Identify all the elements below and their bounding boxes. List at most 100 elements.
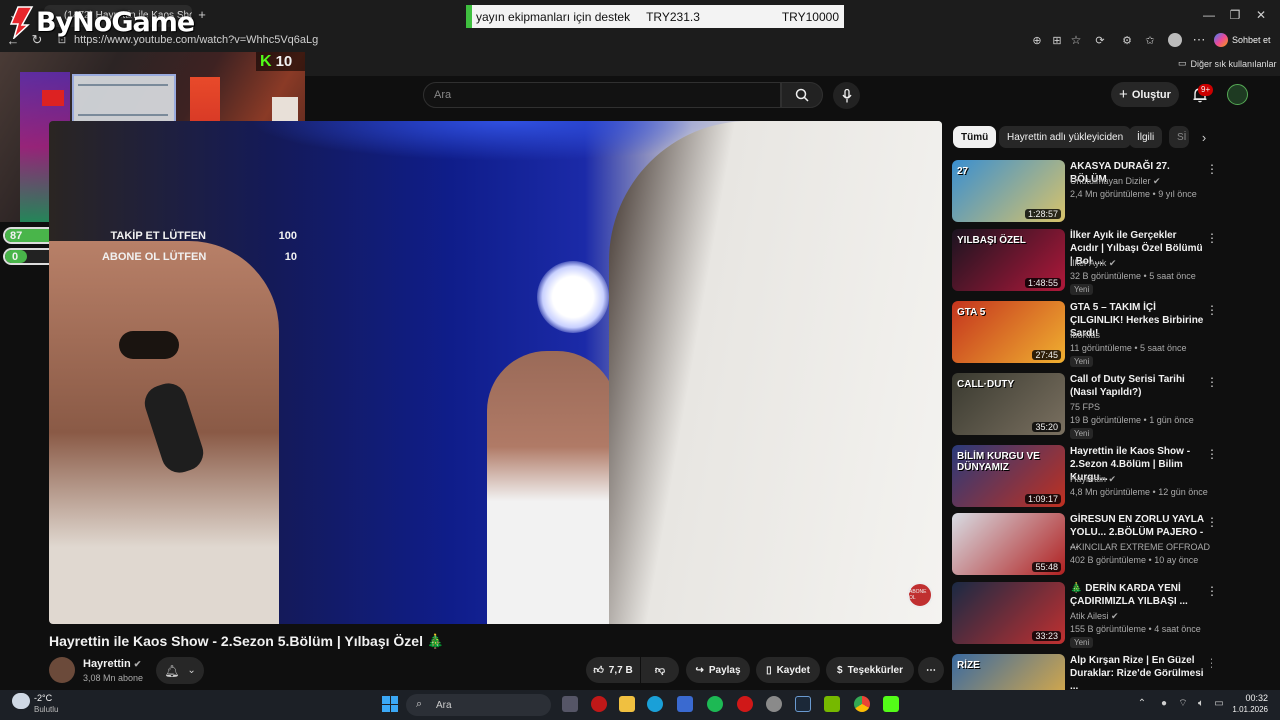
rec-channel[interactable]: AKINCILAR EXTREME OFFROAD (1070, 542, 1210, 552)
weather-temperature[interactable]: -2°C (34, 693, 52, 703)
file-explorer-icon[interactable] (619, 696, 635, 712)
like-button[interactable]: 👍︎ 7,7 B (586, 657, 640, 683)
start-button[interactable] (382, 696, 398, 712)
rec-more-icon[interactable]: ⋮ (1206, 656, 1212, 670)
volume-icon[interactable]: 🔈︎ (1194, 697, 1208, 709)
rec-more-icon[interactable]: ⋮ (1206, 231, 1218, 245)
rec-thumbnail[interactable]: YILBAŞI ÖZEL 1:48:55 (952, 229, 1065, 291)
recommendation-item[interactable]: GTA 5 27:45 GTA 5 – TAKIM İÇİ ÇILGINLIK!… (952, 301, 1218, 367)
rec-channel-name: İlker Ayık (1070, 258, 1107, 268)
refresh-page-icon[interactable]: ⟳ (1093, 33, 1107, 47)
chevron-down-icon: ⌄ (187, 665, 196, 676)
channel-name[interactable]: Hayrettin ✔ (83, 658, 141, 670)
rec-channel-name: Unutulmayan Diziler (1070, 176, 1151, 186)
rec-more-icon[interactable]: ⋮ (1206, 303, 1218, 317)
recommendation-item[interactable]: 33:23 🎄 DERİN KARDA YENİ ÇADIRIMIZLA YIL… (952, 582, 1218, 648)
spotify-icon[interactable] (707, 696, 723, 712)
search-button[interactable] (781, 82, 823, 108)
other-favorites-label: Diğer sık kullanılanlar (1190, 58, 1277, 69)
rec-duration: 1:28:57 (1024, 209, 1061, 219)
taskbar-search-input[interactable]: ⌕ Ara (406, 694, 551, 716)
chip-related-label: İlgili (1137, 131, 1155, 143)
profile-avatar[interactable] (1168, 33, 1182, 47)
clock-time[interactable]: 00:32 (1232, 693, 1268, 703)
apps-icon[interactable]: ⊞ (1050, 33, 1064, 47)
rec-thumbnail[interactable]: RİZE (952, 654, 1065, 690)
rec-channel-name: AKINCILAR EXTREME OFFROAD (1070, 542, 1211, 552)
follow-goal-current: 87 (10, 229, 23, 242)
app-icon[interactable] (766, 696, 782, 712)
star-icon[interactable]: ☆ (1069, 33, 1083, 47)
account-avatar[interactable] (1227, 84, 1248, 105)
chip-all[interactable]: Tümü (953, 126, 997, 148)
subscriber-count: 3,08 Mn abone (83, 673, 144, 683)
opera-gx-icon[interactable] (591, 696, 607, 712)
minimize-icon[interactable]: — (1200, 6, 1218, 24)
rec-thumbnail[interactable]: GTA 5 27:45 (952, 301, 1065, 363)
nvidia-icon[interactable] (824, 696, 840, 712)
recommendation-item[interactable]: 27 1:28:57 AKASYA DURAĞI 27. BÖLÜM Unutu… (952, 160, 1218, 224)
video-player[interactable]: ABONE OL (49, 121, 942, 624)
rec-more-icon[interactable]: ⋮ (1206, 584, 1218, 598)
rec-title[interactable]: Call of Duty Serisi Tarihi (Nasıl Yapıld… (1070, 373, 1206, 399)
rec-thumbnail[interactable]: BİLİM KURGU VE DÜNYAMIZ 1:09:17 (952, 445, 1065, 507)
voice-search-button[interactable] (833, 82, 860, 109)
rec-channel[interactable]: İlker Ayık ✔ (1070, 258, 1116, 269)
share-button[interactable]: ↪ Paylaş (686, 657, 750, 683)
rec-thumbnail[interactable]: 33:23 (952, 582, 1065, 644)
tray-app-icon[interactable]: ● (1158, 697, 1170, 709)
steam-icon[interactable] (795, 696, 811, 712)
rec-channel[interactable]: Unutulmayan Diziler ✔ (1070, 176, 1161, 187)
rec-title[interactable]: Alp Kırşan Rize | En Güzel Duraklar: Riz… (1070, 654, 1206, 690)
kick-icon[interactable] (883, 696, 899, 712)
store-icon[interactable] (677, 696, 693, 712)
translate-icon[interactable]: ⊕ (1030, 33, 1044, 47)
rec-more-icon[interactable]: ⋮ (1206, 162, 1218, 176)
recommendation-item[interactable]: 55:48 GİRESUN EN ZORLU YAYLA YOLU... 2.B… (952, 513, 1218, 577)
yt-search-input[interactable]: Ara (423, 82, 781, 108)
more-menu-icon[interactable]: ⋯ (1192, 32, 1206, 47)
rec-meta: 11 görüntüleme • 5 saat önce (1070, 343, 1187, 353)
maximize-icon[interactable]: ❐ (1226, 6, 1244, 24)
create-button[interactable]: + Oluştur (1111, 82, 1179, 107)
thanks-button[interactable]: $ Teşekkürler (826, 657, 914, 683)
rec-more-icon[interactable]: ⋮ (1206, 447, 1218, 461)
chip-from-uploader[interactable]: Hayrettin adlı yükleyiciden (999, 126, 1132, 148)
save-button[interactable]: ▯ Kaydet (756, 657, 820, 683)
chip-partial[interactable]: Sİ (1169, 126, 1189, 148)
task-view-icon[interactable] (562, 696, 578, 712)
subscription-bell-button[interactable]: 🔔︎ ⌄ (156, 657, 204, 684)
other-favorites[interactable]: ▭ Diğer sık kullanılanlar (1178, 58, 1277, 69)
rec-channel[interactable]: Atik Ailesi ✔ (1070, 611, 1119, 622)
rec-new-badge: Yeni (1070, 637, 1094, 648)
recommendation-item[interactable]: BİLİM KURGU VE DÜNYAMIZ 1:09:17 Hayretti… (952, 445, 1218, 509)
wifi-icon[interactable]: ⌔ (1176, 697, 1190, 709)
rec-channel[interactable]: Hayrettin ✔ (1070, 474, 1116, 485)
rec-channel[interactable]: İboKlas (1070, 330, 1100, 340)
more-actions-button[interactable]: ⋯ (918, 657, 944, 683)
subscribe-watermark[interactable]: ABONE OL (907, 582, 933, 608)
rec-more-icon[interactable]: ⋮ (1206, 515, 1218, 529)
rec-thumbnail[interactable]: 27 1:28:57 (952, 160, 1065, 222)
rec-thumbnail[interactable]: 55:48 (952, 513, 1065, 575)
favorites-icon[interactable]: ✩ (1143, 33, 1157, 47)
kick-viewer-counter: K 10 (256, 52, 305, 71)
rec-title[interactable]: 🎄 DERİN KARDA YENİ ÇADIRIMIZLA YILBAŞI .… (1070, 582, 1206, 608)
chevron-right-icon[interactable]: › (1196, 129, 1212, 145)
tray-chevron-icon[interactable]: ⌃ (1136, 697, 1148, 709)
chrome-icon[interactable] (854, 696, 870, 712)
rec-thumbnail[interactable]: CALL·DUTY 35:20 (952, 373, 1065, 435)
recommendation-item[interactable]: RİZE Alp Kırşan Rize | En Güzel Duraklar… (952, 654, 1212, 690)
recommendation-item[interactable]: CALL·DUTY 35:20 Call of Duty Serisi Tari… (952, 373, 1218, 439)
chip-related[interactable]: İlgili (1129, 126, 1163, 148)
dislike-button[interactable]: 👎︎ (641, 657, 679, 683)
rec-more-icon[interactable]: ⋮ (1206, 375, 1218, 389)
extensions-icon[interactable]: ⚙ (1120, 33, 1134, 47)
channel-avatar[interactable] (49, 657, 75, 683)
copilot-chat-button[interactable]: Sohbet et (1214, 31, 1276, 49)
rec-channel[interactable]: 75 FPS (1070, 402, 1100, 412)
edge-icon[interactable] (647, 696, 663, 712)
recommendation-item[interactable]: YILBAŞI ÖZEL 1:48:55 İlker Ayık ile Gerç… (952, 229, 1218, 295)
close-window-icon[interactable]: ✕ (1252, 6, 1270, 24)
opera-icon[interactable] (737, 696, 753, 712)
